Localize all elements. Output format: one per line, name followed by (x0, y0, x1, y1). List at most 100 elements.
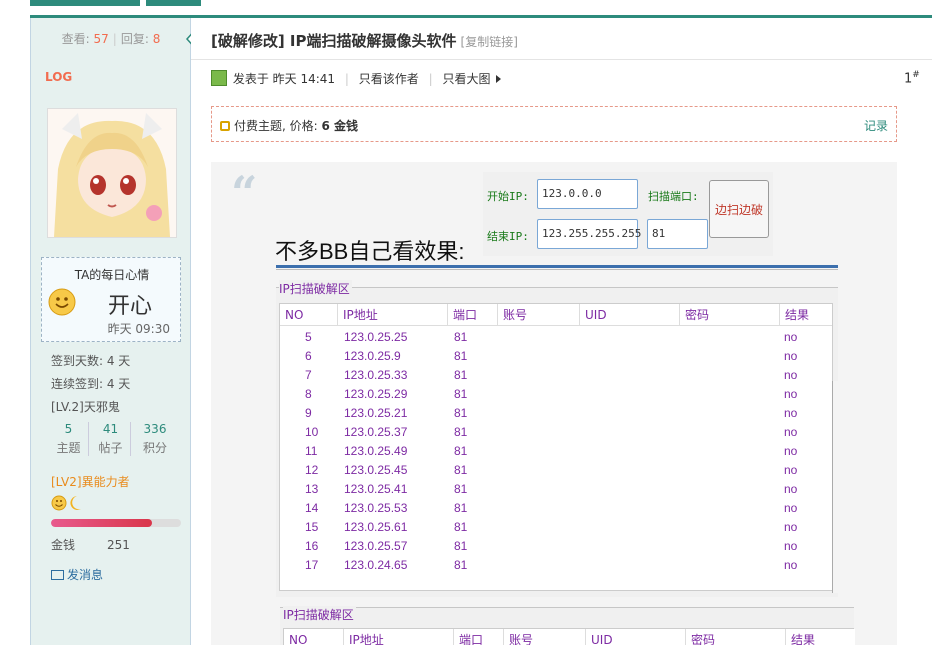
column-port[interactable]: 端口 (448, 304, 498, 326)
table-cell: no (784, 349, 798, 363)
table-cell: 123.0.24.65 (344, 558, 408, 572)
table-cell: no (784, 482, 798, 496)
list-rows: 5 123.0.25.25 81 no 6 123.0.25.9 81 no 7 123.0.25… (280, 328, 832, 575)
thread-stats: 查看: 57 | 回复: 8 (61, 32, 161, 46)
mood-title: TA的每日心情 (74, 268, 150, 282)
table-cell: 81 (454, 444, 468, 458)
table-row[interactable]: 12 123.0.25.45 81 no (280, 461, 832, 480)
table-cell: no (784, 368, 798, 382)
port-input[interactable]: 81 (647, 219, 708, 249)
start-ip-input[interactable]: 123.0.0.0 (537, 179, 638, 209)
table-cell: 123.0.25.29 (344, 387, 408, 401)
table-row[interactable]: 9 123.0.25.21 81 no (280, 404, 832, 423)
list-header: NO IP地址 端口 账号 UID 密码 结果 (280, 304, 832, 326)
column-account[interactable]: 账号 (498, 304, 580, 326)
table-cell: 123.0.25.61 (344, 520, 408, 534)
table-cell: no (784, 387, 798, 401)
table-cell: 81 (454, 463, 468, 477)
top-nav-button-1[interactable] (30, 0, 140, 6)
column-uid-2[interactable]: UID (586, 629, 686, 645)
points-count[interactable]: 336 积分 (135, 422, 175, 456)
table-cell: 81 (454, 349, 468, 363)
table-cell: 15 (305, 520, 319, 534)
copy-link[interactable]: [复制链接] (461, 35, 518, 49)
table-row[interactable]: 13 123.0.25.41 81 no (280, 480, 832, 499)
table-cell: 12 (305, 463, 319, 477)
table-row[interactable]: 10 123.0.25.37 81 no (280, 423, 832, 442)
table-cell: 14 (305, 501, 319, 515)
floor-number[interactable]: 1# (904, 70, 920, 86)
table-cell: no (784, 539, 798, 553)
user-level: [LV.2]天邪鬼 (51, 400, 120, 414)
table-cell: 123.0.25.45 (344, 463, 408, 477)
list-scrollbar[interactable] (832, 381, 838, 593)
daily-mood-box: TA的每日心情 开心 昨天 09:30 (41, 257, 181, 342)
paid-price: 6 金钱 (321, 119, 359, 133)
mail-icon (51, 570, 64, 580)
lock-icon (220, 121, 230, 131)
table-row[interactable]: 11 123.0.25.49 81 no (280, 442, 832, 461)
table-cell: 123.0.25.49 (344, 444, 408, 458)
smile-face-icon (48, 288, 76, 316)
table-cell: 9 (305, 406, 312, 420)
level-badges-icon (51, 495, 81, 511)
paid-record-link[interactable]: 记录 (864, 117, 888, 134)
table-cell: 7 (305, 368, 312, 382)
group-level[interactable]: [LV2]異能力者 (51, 473, 130, 490)
table-row[interactable]: 14 123.0.25.53 81 no (280, 499, 832, 518)
top-nav-button-2[interactable] (146, 0, 201, 6)
column-ip-2[interactable]: IP地址 (344, 629, 454, 645)
only-author-link[interactable]: 只看该作者 (359, 72, 419, 86)
table-cell: no (784, 558, 798, 572)
table-cell: 123.0.25.53 (344, 501, 408, 515)
column-port-2[interactable]: 端口 (454, 629, 504, 645)
column-account-2[interactable]: 账号 (504, 629, 586, 645)
table-cell: 81 (454, 368, 468, 382)
column-password-2[interactable]: 密码 (686, 629, 786, 645)
post-time: 发表于 昨天 14:41 (232, 72, 336, 86)
log-link[interactable]: LOG (45, 70, 72, 84)
scan-results-list-2[interactable]: NO IP地址 端口 账号 UID 密码 结果 (283, 628, 855, 645)
scan-results-list[interactable]: NO IP地址 端口 账号 UID 密码 结果 5 123.0.25.25 81 no… (279, 303, 833, 591)
column-uid[interactable]: UID (580, 304, 680, 326)
table-row[interactable]: 16 123.0.25.57 81 no (280, 537, 832, 556)
checkin-days: 签到天数: 4 天 (51, 354, 131, 368)
thread-title-bar: [破解修改] IP端扫描破解摄像头软件 [复制链接] (191, 18, 932, 60)
list-header-2: NO IP地址 端口 账号 UID 密码 结果 (284, 629, 855, 645)
column-ip[interactable]: IP地址 (338, 304, 448, 326)
table-row[interactable]: 8 123.0.25.29 81 no (280, 385, 832, 404)
table-cell: 81 (454, 406, 468, 420)
column-password[interactable]: 密码 (680, 304, 780, 326)
avatar-image (48, 109, 176, 237)
scan-crack-button[interactable]: 边扫边破 (709, 180, 769, 238)
end-ip-input[interactable]: 123.255.255.255 (537, 219, 641, 249)
big-image-link[interactable]: 只看大图 (442, 72, 490, 86)
table-row[interactable]: 15 123.0.25.61 81 no (280, 518, 832, 537)
table-cell: 5 (305, 330, 312, 344)
paid-label: 付费主题, 价格: (234, 119, 322, 133)
post-meta: 发表于 昨天 14:41 | 只看该作者 | 只看大图 (211, 70, 502, 88)
avatar[interactable] (47, 108, 177, 238)
table-cell: 13 (305, 482, 319, 496)
topics-count[interactable]: 5 主题 (49, 422, 89, 456)
triangle-right-icon[interactable] (496, 75, 502, 83)
window-blue-divider (276, 265, 838, 268)
column-result-2[interactable]: 结果 (786, 629, 855, 645)
online-status-icon (211, 70, 227, 86)
column-result[interactable]: 结果 (780, 304, 832, 326)
posts-count[interactable]: 41 帖子 (91, 422, 131, 456)
replies-count: 8 (152, 32, 161, 46)
column-no-2[interactable]: NO (284, 629, 344, 645)
views-count: 57 (93, 32, 109, 46)
end-ip-label: 结束IP: (487, 230, 529, 243)
send-message-link[interactable]: 发消息 (51, 566, 103, 583)
table-row[interactable]: 6 123.0.25.9 81 no (280, 347, 832, 366)
table-row[interactable]: 17 123.0.24.65 81 no (280, 556, 832, 575)
table-row[interactable]: 5 123.0.25.25 81 no (280, 328, 832, 347)
table-cell: no (784, 406, 798, 420)
column-no[interactable]: NO (280, 304, 338, 326)
table-cell: no (784, 330, 798, 344)
table-cell: 123.0.25.41 (344, 482, 408, 496)
port-label: 扫描端口: (648, 190, 699, 203)
table-row[interactable]: 7 123.0.25.33 81 no (280, 366, 832, 385)
